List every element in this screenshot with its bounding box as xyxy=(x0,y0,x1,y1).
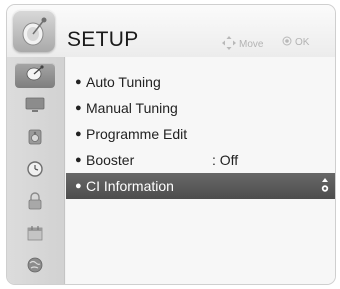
select-arrows-icon xyxy=(321,178,329,194)
move-hint-label: Move xyxy=(239,39,264,50)
globe-icon xyxy=(26,256,44,279)
ok-circle-icon xyxy=(282,36,292,49)
clock-icon xyxy=(26,160,44,183)
sidebar-item-network[interactable] xyxy=(15,255,55,280)
move-arrows-icon xyxy=(222,36,236,53)
lock-icon xyxy=(27,192,43,215)
bullet-icon: ● xyxy=(75,154,82,166)
setup-menu-window: SETUP Move OK ● Auto Tuning ● Manual Tun… xyxy=(6,4,336,285)
menu-item-ci-information[interactable]: ● CI Information xyxy=(66,173,335,199)
page-title: SETUP xyxy=(67,28,139,51)
bullet-icon: ● xyxy=(75,128,82,140)
tv-screen-icon xyxy=(24,97,46,118)
category-sidebar xyxy=(7,57,65,284)
menu-item-programme-edit[interactable]: ● Programme Edit xyxy=(66,121,335,147)
sidebar-item-time[interactable] xyxy=(15,159,55,184)
sidebar-item-option[interactable] xyxy=(15,223,55,248)
menu-header: SETUP Move OK xyxy=(7,5,335,57)
menu-item-label: Booster xyxy=(86,152,135,168)
speaker-icon xyxy=(26,128,44,151)
booster-value: : Off xyxy=(212,152,239,168)
menu-item-label: Manual Tuning xyxy=(86,100,178,116)
setup-logo-icon xyxy=(13,10,55,52)
menu-item-auto-tuning[interactable]: ● Auto Tuning xyxy=(66,69,335,95)
calendar-icon xyxy=(26,225,44,246)
setup-menu-list: ● Auto Tuning ● Manual Tuning ● Programm… xyxy=(66,57,335,284)
bullet-icon: ● xyxy=(75,180,82,192)
menu-item-label: Auto Tuning xyxy=(86,74,161,90)
menu-item-booster[interactable]: ● Booster : Off xyxy=(66,147,335,173)
menu-item-manual-tuning[interactable]: ● Manual Tuning xyxy=(66,95,335,121)
sidebar-item-lock[interactable] xyxy=(15,191,55,216)
menu-item-label: Programme Edit xyxy=(86,126,188,142)
satellite-dish-icon xyxy=(24,64,46,87)
sidebar-item-setup[interactable] xyxy=(15,63,55,88)
move-hint: Move xyxy=(222,36,263,53)
bullet-icon: ● xyxy=(75,102,82,114)
sidebar-item-picture[interactable] xyxy=(15,95,55,120)
bullet-icon: ● xyxy=(75,76,82,88)
sidebar-item-audio[interactable] xyxy=(15,127,55,152)
ok-hint: OK xyxy=(282,36,309,49)
ok-hint-label: OK xyxy=(295,37,310,48)
menu-item-label: CI Information xyxy=(86,178,174,194)
